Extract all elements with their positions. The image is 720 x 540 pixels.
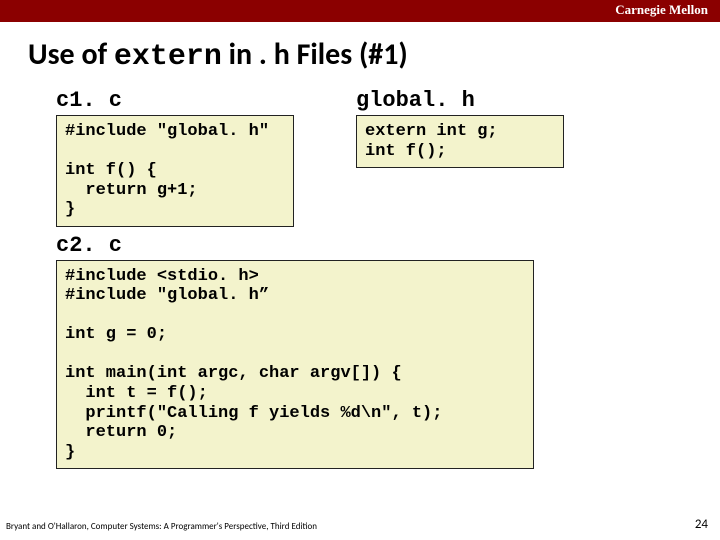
title-keyword: extern (114, 40, 222, 74)
c2-codebox: #include <stdio. h> #include "global. h”… (56, 260, 534, 469)
c2-block: c2. c #include <stdio. h> #include "glob… (56, 233, 720, 469)
globalh-label: global. h (356, 88, 656, 113)
header-bar: Carnegie Mellon (0, 0, 720, 22)
page-number: 24 (695, 517, 708, 532)
org-label: Carnegie Mellon (615, 2, 708, 18)
c2-label: c2. c (56, 233, 720, 258)
globalh-codebox: extern int g; int f(); (356, 115, 564, 168)
slide-title: Use of extern in . h Files (#1) (28, 36, 720, 74)
c1-label: c1. c (56, 88, 356, 113)
title-prefix: Use of (28, 36, 114, 73)
top-row: c1. c #include "global. h" int f() { ret… (0, 82, 720, 227)
c1-codebox: #include "global. h" int f() { return g+… (56, 115, 294, 227)
title-suffix: in . h Files (#1) (222, 36, 408, 73)
globalh-column: global. h extern int g; int f(); (356, 82, 656, 168)
c1-column: c1. c #include "global. h" int f() { ret… (56, 82, 356, 227)
footer-credit: Bryant and O'Hallaron, Computer Systems:… (6, 521, 317, 532)
